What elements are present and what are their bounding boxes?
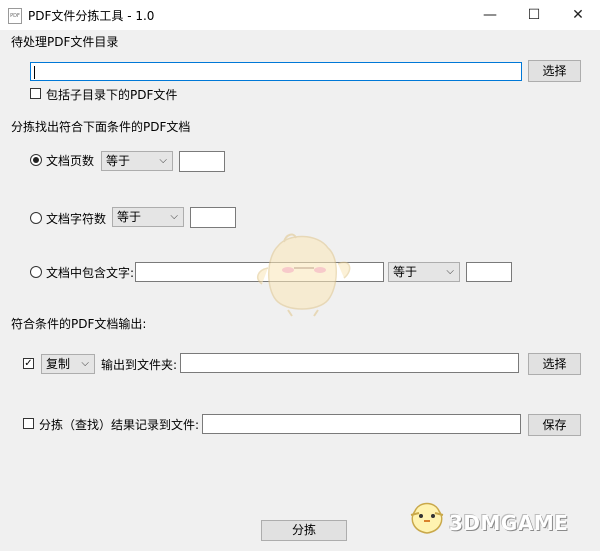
filter-section-label: 分拣找出符合下面条件的PDF文档 bbox=[11, 120, 191, 134]
pdf-app-icon: PDF bbox=[8, 8, 22, 24]
page-count-radio[interactable] bbox=[30, 154, 42, 166]
run-sort-button[interactable]: 分拣 bbox=[261, 520, 347, 541]
chevron-down-icon: ⌵ bbox=[170, 211, 178, 222]
mascot-watermark-icon bbox=[257, 233, 351, 317]
checkmark-icon: ✓ bbox=[24, 358, 33, 369]
text-caret bbox=[34, 66, 35, 79]
window-title: PDF文件分拣工具 - 1.0 bbox=[28, 9, 155, 23]
contains-text-label: 文档中包含文字: bbox=[46, 266, 135, 280]
output-enable-checkbox[interactable]: ✓ bbox=[23, 358, 34, 369]
chevron-down-icon: ⌵ bbox=[81, 358, 89, 369]
chevron-down-icon: ⌵ bbox=[446, 266, 454, 277]
contains-text-operator-select[interactable]: 等于 ⌵ bbox=[388, 262, 460, 282]
page-count-label: 文档页数 bbox=[46, 154, 95, 168]
source-browse-button[interactable]: 选择 bbox=[528, 60, 581, 82]
maximize-button[interactable]: ☐ bbox=[512, 0, 556, 30]
output-dest-label: 输出到文件夹: bbox=[101, 358, 178, 372]
log-file-input[interactable] bbox=[202, 414, 521, 434]
source-path-input[interactable] bbox=[30, 62, 522, 81]
contains-text-operator-value: 等于 bbox=[393, 265, 418, 279]
char-count-label: 文档字符数 bbox=[46, 212, 107, 226]
page-count-operator-select[interactable]: 等于 ⌵ bbox=[101, 151, 173, 171]
minimize-button[interactable]: — bbox=[468, 0, 512, 30]
char-count-radio[interactable] bbox=[30, 212, 42, 224]
app-window: PDF PDF文件分拣工具 - 1.0 — ☐ ✕ 待处理PDF文件目录 选择 … bbox=[0, 0, 600, 551]
logo-mascot-icon bbox=[410, 502, 444, 534]
title-bar[interactable]: PDF PDF文件分拣工具 - 1.0 — ☐ ✕ bbox=[0, 0, 600, 30]
close-button[interactable]: ✕ bbox=[556, 0, 600, 30]
output-action-select[interactable]: 复制 ⌵ bbox=[41, 354, 95, 374]
char-count-operator-value: 等于 bbox=[117, 210, 142, 224]
page-count-value-input[interactable] bbox=[179, 151, 225, 172]
output-section-label: 符合条件的PDF文档输出: bbox=[11, 317, 147, 331]
source-section-label: 待处理PDF文件目录 bbox=[11, 35, 119, 49]
output-dest-input[interactable] bbox=[180, 353, 519, 373]
include-subdirs-checkbox[interactable] bbox=[30, 88, 41, 99]
char-count-value-input[interactable] bbox=[190, 207, 236, 228]
contains-text-radio[interactable] bbox=[30, 266, 42, 278]
contains-text-count-input[interactable] bbox=[466, 262, 512, 282]
log-enable-checkbox[interactable] bbox=[23, 418, 34, 429]
page-count-operator-value: 等于 bbox=[106, 154, 131, 168]
radio-selected-dot bbox=[33, 157, 39, 163]
include-subdirs-label: 包括子目录下的PDF文件 bbox=[46, 88, 178, 102]
log-label: 分拣（查找）结果记录到文件: bbox=[39, 418, 200, 432]
watermark-logo-text: 3DMGAME bbox=[449, 511, 569, 535]
output-browse-button[interactable]: 选择 bbox=[528, 353, 581, 375]
char-count-operator-select[interactable]: 等于 ⌵ bbox=[112, 207, 184, 227]
output-action-value: 复制 bbox=[46, 357, 71, 371]
log-save-button[interactable]: 保存 bbox=[528, 414, 581, 436]
chevron-down-icon: ⌵ bbox=[159, 155, 167, 166]
